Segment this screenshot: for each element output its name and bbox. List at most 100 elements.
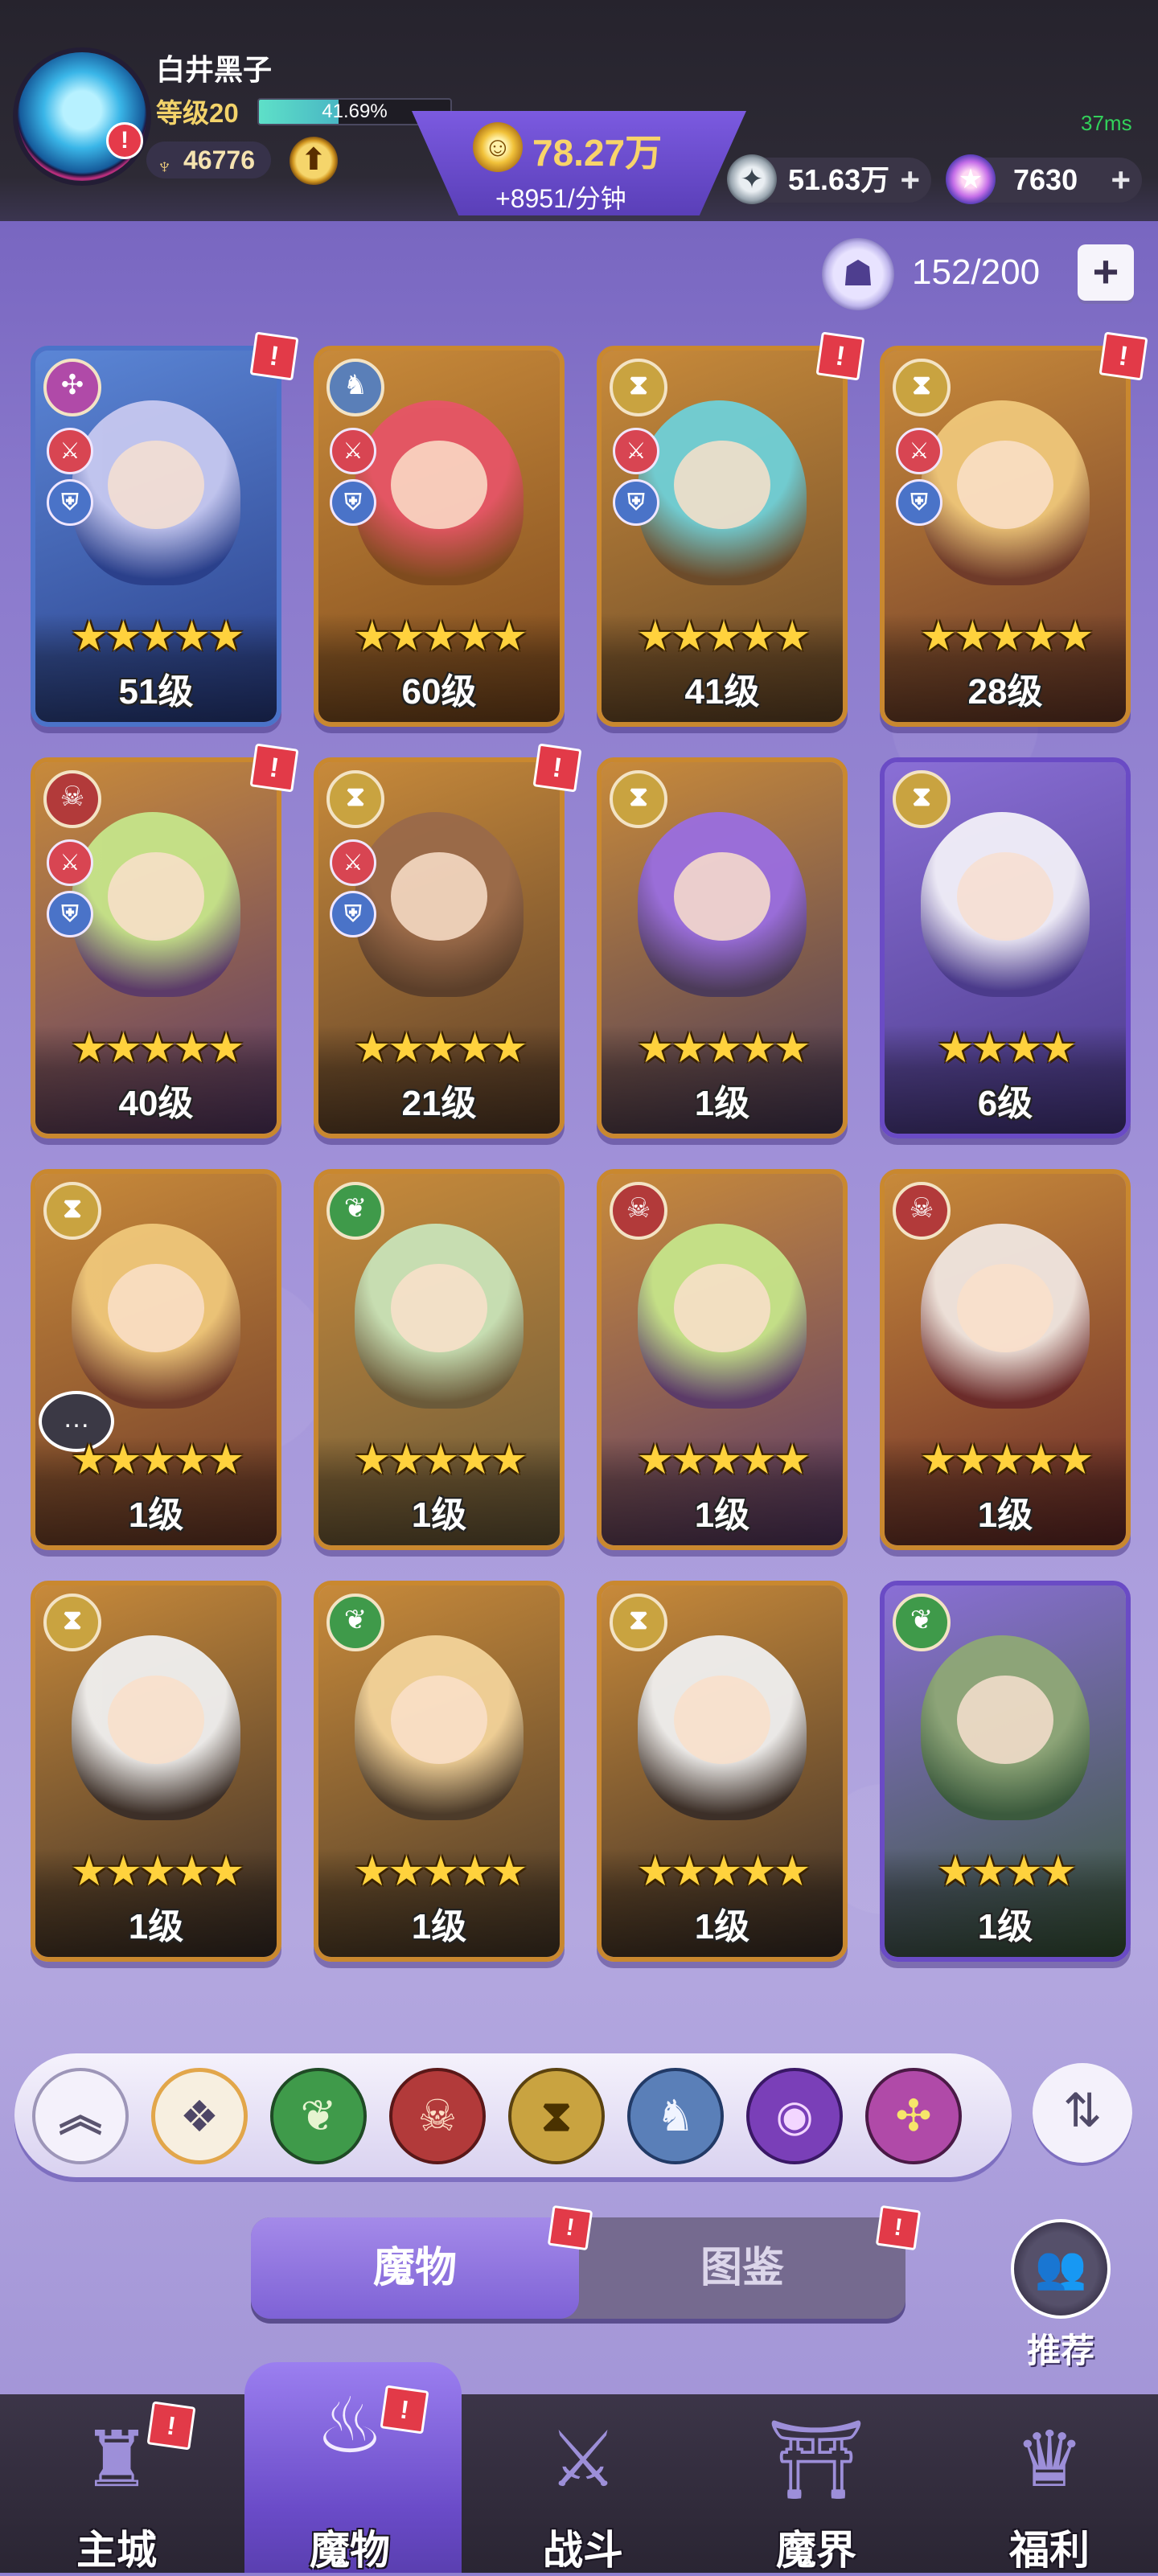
diamond-grid-icon: ❖ [179, 2093, 220, 2141]
star-gem-icon: ★ [946, 154, 996, 204]
star-rating: ★★★★★ [919, 1437, 1094, 1483]
upgrade-button[interactable]: ⬆ [290, 137, 338, 185]
time-faction-icon: ⧗ [893, 770, 951, 828]
nature-faction-icon: ❦ [326, 1594, 384, 1651]
add-silver-button[interactable]: + [900, 158, 920, 203]
sort-button[interactable]: ⇅ [1033, 2063, 1132, 2163]
filter-eye-button[interactable]: ◉ [746, 2068, 843, 2164]
nav-item-2[interactable]: ⚔ 战斗 [482, 2394, 684, 2573]
nav-label: 主城 [76, 2528, 157, 2573]
monster-level: 1级 [694, 1907, 750, 1946]
pinwheel-icon: ✣ [895, 2092, 932, 2140]
monster-card[interactable]: ⧗ ★★★★ 6级 [880, 757, 1131, 1138]
gems-total: 7630 [1013, 163, 1078, 196]
group-icon: 👥 [1011, 2219, 1111, 2319]
expand-inventory-button[interactable]: + [1078, 244, 1134, 301]
inventory-count: ☗ 152/200 [822, 238, 1063, 310]
inventory-count-text: 152/200 [912, 252, 1041, 292]
star-rating: ★★★★★ [70, 1437, 244, 1483]
gold-panel[interactable]: ☺ 78.27万 +8951/分钟 [412, 111, 746, 215]
nav-alert-badge: ! [380, 2385, 429, 2434]
nav-item-4[interactable]: ♛ 福利 [949, 2394, 1150, 2573]
time-faction-icon: ⧗ [893, 359, 951, 416]
demon-faction-icon: ☠ [43, 770, 101, 828]
silver-resource[interactable]: ✦ 51.63万 + [727, 154, 931, 204]
monster-card[interactable]: ⧗ ★★★★★ 1级 [597, 1581, 848, 1962]
nav-label: 福利 [1009, 2528, 1090, 2573]
recommend-button[interactable]: 👥 推荐 [1008, 2219, 1113, 2369]
star-rating: ★★★★★ [353, 1437, 528, 1483]
star-rating: ★★★★★ [636, 613, 811, 660]
tab-codex-alert: ! [875, 2205, 922, 2251]
monster-card[interactable]: ⧗ ⚔ ⛨ ★★★★★ 21级 [314, 757, 565, 1138]
time-faction-icon: ⧗ [326, 770, 384, 828]
monster-card[interactable]: ☠ ⚔ ⛨ ★★★★★ 40级 [31, 757, 281, 1138]
time-faction-icon: ⧗ [43, 1594, 101, 1651]
sort-icon: ⇅ [1062, 2085, 1103, 2137]
card-alert-badge: ! [815, 331, 865, 381]
card-alert-badge: ! [532, 743, 582, 793]
nav-item-1[interactable]: ♨ 魔物! [244, 2362, 462, 2573]
star-rating: ★★★★★ [353, 613, 528, 660]
monster-card[interactable]: ⧗ ⚔ ⛨ ★★★★★ 41级 [597, 346, 848, 727]
sword-icon: ⚔ [330, 428, 376, 474]
leaf-icon: ❦ [300, 2092, 337, 2140]
sword-icon: ⚔ [330, 839, 376, 886]
filter-time-button[interactable]: ⧗ [508, 2068, 605, 2164]
nav-item-0[interactable]: ♜ 主城! [16, 2394, 217, 2573]
gem-resource[interactable]: ★ 7630 + [946, 154, 1142, 204]
star-rating: ★★★★★ [70, 1025, 244, 1072]
nature-faction-icon: ❦ [326, 1182, 384, 1240]
monster-card[interactable]: ♞ ⚔ ⛨ ★★★★★ 60级 [314, 346, 565, 727]
shield-icon: ⛨ [330, 891, 376, 937]
time-faction-icon: ⧗ [610, 770, 667, 828]
combat-power-value: 46776 [183, 146, 255, 174]
shield-icon: ⛨ [330, 479, 376, 526]
filter-void-button[interactable]: ✣ [865, 2068, 962, 2164]
nav-item-3[interactable]: ⛩ 魔界 [716, 2394, 917, 2573]
gold-total: 78.27万 [532, 132, 663, 174]
filter-demon-button[interactable]: ☠ [389, 2068, 486, 2164]
monster-card[interactable]: ✣ ⚔ ⛨ ★★★★★ 51级 [31, 346, 281, 727]
monster-card[interactable]: ☠ ★★★★★ 1级 [880, 1169, 1131, 1550]
demon-faction-icon: ☠ [610, 1182, 667, 1240]
filter-nature-button[interactable]: ❦ [270, 2068, 367, 2164]
shield-icon: ⛨ [613, 479, 659, 526]
filter-collapse-button[interactable]: ︽ [32, 2068, 129, 2164]
star-rating: ★★★★★ [636, 1025, 811, 1072]
monster-card[interactable]: ⧗ ★★★★★ 1级 [597, 757, 848, 1138]
faction-filter-bar: ︽ ❖ ❦ ☠ ⧗ ♞ ◉ ✣ [14, 2053, 1012, 2177]
monster-level: 1级 [128, 1907, 184, 1946]
star-rating: ★★★★★ [636, 1848, 811, 1895]
card-alert-badge: ! [1098, 331, 1148, 381]
star-rating: ★★★★★ [353, 1025, 528, 1072]
sword-shield-icon: ⚔ [548, 2417, 618, 2503]
demon-mask-icon: ☠ [417, 2092, 458, 2140]
tab-monsters[interactable]: 魔物 [251, 2217, 579, 2319]
monster-card[interactable]: ☠ ★★★★★ 1级 [597, 1169, 848, 1550]
eye-icon: ◉ [775, 2092, 814, 2140]
add-gems-button[interactable]: + [1111, 158, 1131, 203]
sword-icon: ⚔ [896, 428, 942, 474]
nav-label: 战斗 [543, 2528, 623, 2573]
star-rating: ★★★★ [936, 1848, 1077, 1895]
trident-icon: ♆ [156, 154, 173, 178]
monster-card[interactable]: ⧗… ★★★★★ 1级 [31, 1169, 281, 1550]
filter-dragon-button[interactable]: ♞ [627, 2068, 724, 2164]
hourglass-icon: ⧗ [541, 2092, 572, 2140]
card-alert-badge: ! [249, 743, 299, 793]
monster-card[interactable]: ⧗ ⚔ ⛨ ★★★★★ 28级 [880, 346, 1131, 727]
tab-codex[interactable]: 图鉴 [579, 2217, 905, 2319]
time-faction-icon: ⧗ [610, 359, 667, 416]
player-name: 白井黑子 [156, 53, 273, 86]
card-alert-badge: ! [249, 331, 299, 381]
monster-card[interactable]: ❦ ★★★★ 1级 [880, 1581, 1131, 1962]
monster-card[interactable]: ❦ ★★★★★ 1级 [314, 1169, 565, 1550]
monster-card[interactable]: ❦ ★★★★★ 1级 [314, 1581, 565, 1962]
monster-head-icon: ☗ [822, 238, 894, 310]
star-rating: ★★★★★ [70, 1848, 244, 1895]
nav-alert-badge: ! [146, 2401, 196, 2451]
filter-all-button[interactable]: ❖ [151, 2068, 248, 2164]
player-avatar[interactable] [18, 52, 146, 181]
monster-card[interactable]: ⧗ ★★★★★ 1级 [31, 1581, 281, 1962]
